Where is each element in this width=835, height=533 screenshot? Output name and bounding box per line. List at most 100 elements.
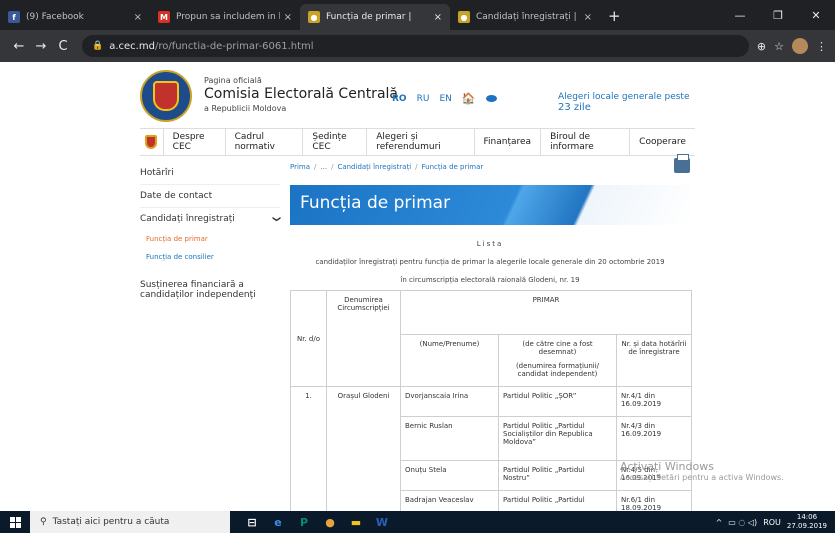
close-window-button[interactable]: ✕ <box>797 0 835 30</box>
header-nume: (Nume/Prenume) <box>400 334 499 387</box>
menu-alegeri[interactable]: Alegeri și referendumuri <box>366 129 473 155</box>
sidebar-item-contact[interactable]: Date de contact <box>140 185 280 208</box>
menu-finantarea[interactable]: Finanțarea <box>473 129 541 155</box>
cell-partid: Partidul Politic „Partidul Socialiștilor… <box>498 416 617 461</box>
browser-tab[interactable]: ● Funcția de primar | × <box>300 4 450 30</box>
taskbar-search[interactable]: ⚲ Tastați aici pentru a căuta <box>30 511 230 533</box>
window-controls: — ❐ ✕ <box>721 0 835 30</box>
header-data: Nr. și data hotărîrii de înregistrare <box>616 334 692 387</box>
list-description: candidaților înregistrați pentru funcția… <box>315 258 665 266</box>
close-tab-icon[interactable]: × <box>134 12 142 23</box>
sidebar-item-hotariri[interactable]: Hotărîri <box>140 162 280 185</box>
tray-expand-icon[interactable]: ^ <box>716 518 723 527</box>
reload-button[interactable]: C <box>52 39 74 54</box>
new-tab-button[interactable]: + <box>600 7 629 30</box>
cell-partid: Partidul Politic „Partidul <box>498 490 617 511</box>
table-row: 1. Orașul Glodeni Dvorjanscaia Irina Partid… <box>290 386 692 511</box>
word-icon[interactable]: W <box>374 514 390 530</box>
input-language[interactable]: ROU <box>763 518 781 527</box>
countdown-days: 23 zile <box>558 102 591 113</box>
breadcrumb-prima[interactable]: Prima <box>290 163 310 171</box>
sidebar-item-sustinere[interactable]: Susținerea financiară a candidaților ind… <box>140 274 280 306</box>
lock-icon: 🔒 <box>92 41 104 51</box>
forward-button[interactable]: → <box>30 39 52 54</box>
bookmark-star-icon[interactable]: ☆ <box>774 40 784 53</box>
cell-partid: Partidul Politic „Partidul Nostru” <box>498 460 617 491</box>
page-title: Funcția de primar <box>290 185 690 225</box>
cell-hotarire: Nr.4/1 din 16.09.2019 <box>616 386 692 417</box>
cell-nume: Bernic Ruslan <box>400 416 499 461</box>
edge-icon[interactable]: e <box>270 514 286 530</box>
gmail-icon: M <box>158 11 170 23</box>
menu-cooperare[interactable]: Cooperare <box>629 129 695 155</box>
cell-hotarire: Nr.4/3 din 16.09.2019 <box>616 416 692 461</box>
watermark-line2: Accesați Setări pentru a activa Windows. <box>620 473 784 482</box>
sidebar-label: Hotărîri <box>140 168 174 178</box>
election-countdown[interactable]: Alegeri locale generale peste 23 zile <box>558 92 700 113</box>
breadcrumb-sep: / <box>415 163 418 171</box>
print-icon[interactable] <box>674 154 690 173</box>
breadcrumb-candidati[interactable]: Candidați înregistrați <box>337 163 411 171</box>
back-button[interactable]: ← <box>8 39 30 54</box>
menu-cadrul-normativ[interactable]: Cadrul normativ <box>224 129 303 155</box>
web-page: Pagina oficială Comisia Electorală Centr… <box>0 62 835 511</box>
profile-avatar[interactable] <box>792 38 808 54</box>
zoom-icon[interactable]: ⊕ <box>757 40 766 53</box>
header-desemnat-line1: (de către cine a fost desemnat) <box>522 340 593 356</box>
publisher-icon[interactable]: P <box>296 514 312 530</box>
org-name[interactable]: Comisia Electorală Centrală <box>204 86 398 102</box>
url-host: a.cec.md <box>109 40 155 52</box>
lang-en[interactable]: EN <box>439 94 451 104</box>
watermark-line1: Activați Windows <box>620 460 714 473</box>
sidebar-sub-primar[interactable]: Funcția de primar <box>140 230 280 248</box>
sidebar-sub-consilier[interactable]: Funcția de consilier <box>140 248 280 266</box>
facebook-icon: f <box>8 11 20 23</box>
menu-sedinte-cec[interactable]: Ședințe CEC <box>302 129 366 155</box>
sidebar: Hotărîri Date de contact Candidați înreg… <box>140 162 282 306</box>
chevron-down-icon[interactable]: ❯ <box>272 216 282 223</box>
minimize-button[interactable]: — <box>721 0 759 30</box>
clock[interactable]: 14:06 27.09.2019 <box>787 513 827 531</box>
address-bar[interactable]: 🔒 a.cec.md /ro/functia-de-primar-6061.ht… <box>82 35 749 57</box>
crest-icon[interactable] <box>140 129 163 155</box>
tray-icons[interactable]: ▭ ◌ ◁) <box>728 518 757 527</box>
cec-icon: ● <box>458 11 470 23</box>
browser-menu-icon[interactable]: ⋮ <box>816 40 827 53</box>
task-view-icon[interactable]: ⊟ <box>244 514 260 530</box>
tab-title: (9) Facebook <box>26 12 84 22</box>
breadcrumb-sep: / <box>331 163 334 171</box>
close-tab-icon[interactable]: × <box>584 12 592 23</box>
tab-title: Funcția de primar | <box>326 12 412 22</box>
clock-date: 27.09.2019 <box>786 522 827 530</box>
breadcrumb-ellipsis[interactable]: ... <box>320 163 327 171</box>
org-small-label: Pagina oficială <box>204 76 262 85</box>
sidebar-item-candidati[interactable]: Candidați înregistrați ❯ <box>140 208 282 230</box>
home-icon[interactable]: 🏠 <box>462 92 476 105</box>
file-explorer-icon[interactable]: ▬ <box>348 514 364 530</box>
cec-icon: ● <box>308 11 320 23</box>
cec-logo[interactable] <box>140 70 192 122</box>
breadcrumb: Prima /... / Candidați înregistrați / Funcția… <box>290 163 483 171</box>
chrome-icon[interactable]: ● <box>322 514 338 530</box>
lang-ru[interactable]: RU <box>417 94 430 104</box>
system-tray: ^ ▭ ◌ ◁) ROU 14:06 27.09.2019 <box>716 513 835 531</box>
browser-tab-strip: f (9) Facebook × M Propun sa includem in bul… <box>0 0 835 30</box>
browser-tab[interactable]: ● Candidați înregistrați | × <box>450 4 600 30</box>
url-path: /ro/functia-de-primar-6061.html <box>154 40 314 52</box>
clock-time: 14:06 <box>796 513 818 521</box>
menu-biroul-informare[interactable]: Biroul de informare <box>540 129 629 155</box>
close-tab-icon[interactable]: × <box>434 12 442 23</box>
browser-tab[interactable]: M Propun sa includem in buletinul × <box>150 4 300 30</box>
browser-tab[interactable]: f (9) Facebook × <box>0 4 150 30</box>
close-tab-icon[interactable]: × <box>284 12 292 23</box>
sidebar-label: Date de contact <box>140 191 213 201</box>
start-button[interactable] <box>0 511 30 533</box>
menu-despre-cec[interactable]: Despre CEC <box>162 129 225 155</box>
countdown-text: Alegeri locale generale peste <box>558 92 690 102</box>
header-desemnat: (de către cine a fost desemnat) (denumire… <box>498 334 617 387</box>
header-nr: Nr. d/o <box>290 290 327 387</box>
eye-icon[interactable] <box>485 95 497 102</box>
maximize-button[interactable]: ❐ <box>759 0 797 30</box>
lang-ro[interactable]: RO <box>392 94 407 104</box>
cell-circumscriptie: Orașul Glodeni <box>326 386 401 511</box>
